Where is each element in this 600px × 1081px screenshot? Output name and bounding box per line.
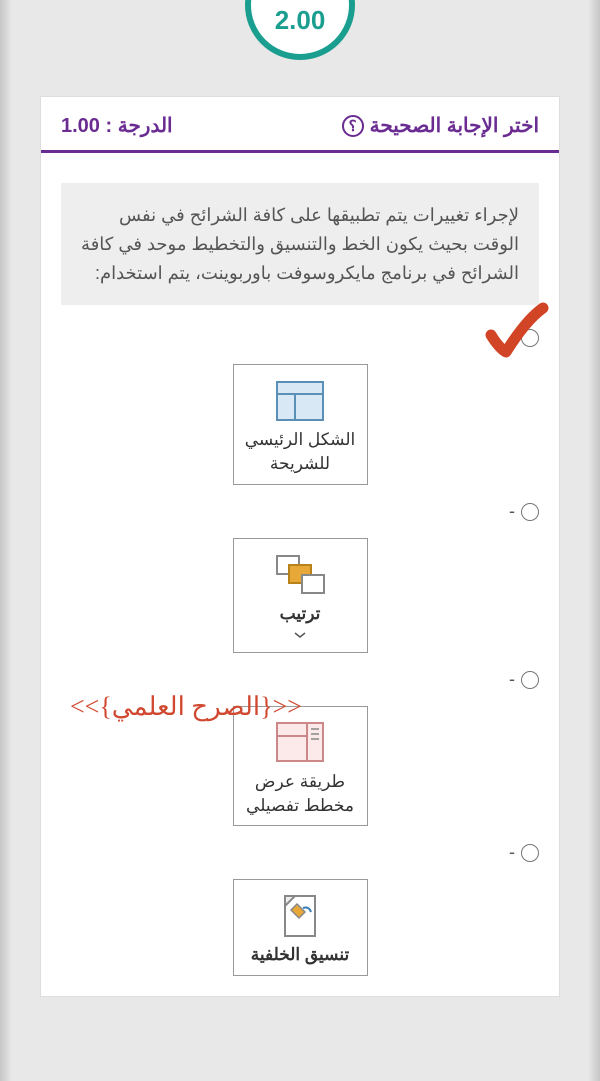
option-3-box[interactable]: طريقة عرض مخطط تفصيلي bbox=[233, 706, 368, 827]
score-circle: 2.00 bbox=[245, 0, 355, 60]
option-1-box[interactable]: الشكل الرئيسي للشريحة bbox=[233, 364, 368, 485]
option-2-label: ترتيب bbox=[242, 602, 359, 626]
question-text: لإجراء تغييرات يتم تطبيقها على كافة الشر… bbox=[61, 183, 539, 305]
option-4-label: تنسيق الخلفية bbox=[242, 943, 359, 967]
option-2-radio[interactable] bbox=[521, 503, 539, 521]
outline-view-icon bbox=[242, 715, 359, 770]
dash: - bbox=[509, 842, 515, 863]
format-background-icon bbox=[242, 888, 359, 943]
option-2-content: ترتيب bbox=[61, 532, 539, 653]
grade-value: 1.00 bbox=[61, 115, 100, 137]
question-title-wrap: اختر الإجابة الصحيحة ؟ bbox=[342, 113, 539, 138]
slide-master-icon bbox=[242, 373, 359, 428]
option-2-box[interactable]: ترتيب bbox=[233, 538, 368, 653]
shadow-right bbox=[588, 0, 600, 1081]
chevron-down-icon bbox=[293, 631, 307, 639]
option-3-radio[interactable] bbox=[521, 671, 539, 689]
question-title: اختر الإجابة الصحيحة bbox=[370, 113, 539, 138]
option-3-label: طريقة عرض مخطط تفصيلي bbox=[242, 770, 359, 818]
dash: - bbox=[509, 669, 515, 690]
option-4-box[interactable]: تنسيق الخلفية bbox=[233, 879, 368, 976]
option-4[interactable]: - bbox=[61, 840, 539, 863]
option-4-content: تنسيق الخلفية bbox=[61, 873, 539, 976]
correct-check-icon bbox=[481, 300, 551, 370]
watermark: <<{الصرح العلمي}>> bbox=[70, 692, 302, 722]
option-4-radio[interactable] bbox=[521, 844, 539, 862]
score-value: 2.00 bbox=[275, 5, 326, 36]
grade-label: الدرجة : bbox=[106, 115, 173, 137]
card-header: اختر الإجابة الصحيحة ؟ الدرجة : 1.00 bbox=[41, 97, 559, 153]
question-card: اختر الإجابة الصحيحة ؟ الدرجة : 1.00 لإج… bbox=[40, 96, 560, 997]
grade-display: الدرجة : 1.00 bbox=[61, 113, 173, 138]
options-list: - الشكل الرئيسي للشريحة - bbox=[41, 325, 559, 996]
option-1[interactable]: - bbox=[61, 325, 539, 348]
option-2[interactable]: - bbox=[61, 499, 539, 522]
dash: - bbox=[509, 501, 515, 522]
shadow-left bbox=[0, 0, 12, 1081]
option-3[interactable]: - bbox=[61, 667, 539, 690]
arrange-icon bbox=[242, 547, 359, 602]
option-1-label: الشكل الرئيسي للشريحة bbox=[242, 428, 359, 476]
option-1-content: الشكل الرئيسي للشريحة bbox=[61, 358, 539, 485]
help-icon[interactable]: ؟ bbox=[342, 115, 364, 137]
